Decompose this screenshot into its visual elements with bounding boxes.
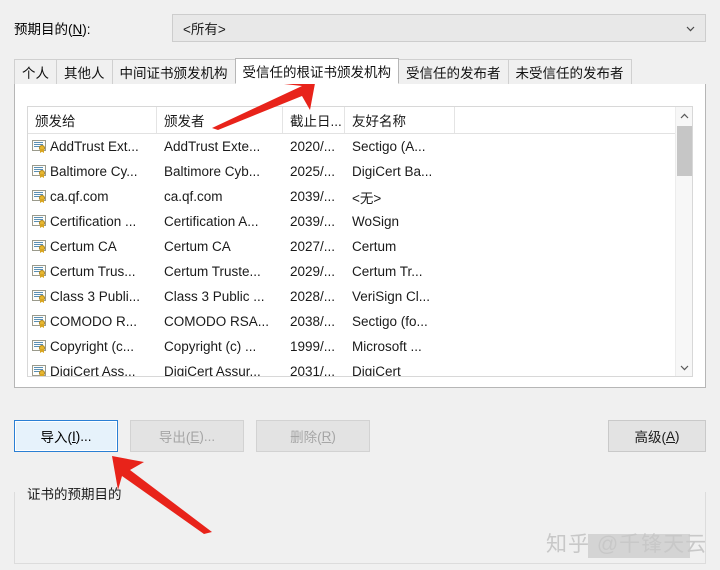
cell-issued-by: Baltimore Cyb... (164, 164, 261, 179)
tab-trusted-publishers[interactable]: 受信任的发布者 (398, 59, 509, 84)
certificate-icon (32, 215, 47, 228)
cell-expiry: 2031/... (290, 364, 336, 376)
cell-issued-by: Copyright (c) ... (164, 339, 257, 354)
certificate-icon (32, 165, 47, 178)
certificate-icon (32, 315, 47, 328)
intended-purpose-selected-value: <所有> (183, 22, 226, 37)
table-row[interactable]: Certification ... Certification A... 203… (28, 209, 692, 234)
import-button[interactable]: 导入(I)... (14, 420, 118, 452)
certificate-icon (32, 190, 47, 203)
certificate-list-panel: 颁发给 颁发者 截止日... 友好名称 AddTrust Ext... AddT… (14, 84, 706, 388)
certificate-icon (32, 140, 47, 153)
cell-expiry: 2020/... (290, 139, 336, 154)
tab-intermediate-ca[interactable]: 中间证书颁发机构 (111, 59, 236, 84)
cell-issued-by: ca.qf.com (164, 189, 223, 204)
cell-issued-by: COMODO RSA... (164, 314, 270, 329)
column-header-issued-to[interactable]: 颁发给 (28, 107, 157, 133)
certificate-purpose-title: 证书的预期目的 (22, 483, 127, 503)
cell-friendly-name: Sectigo (A... (352, 139, 426, 154)
cell-issued-to: DigiCert Ass... (28, 359, 157, 376)
cell-friendly-name: DigiCert Ba... (352, 164, 433, 179)
listview-header-row: 颁发给 颁发者 截止日... 友好名称 (28, 107, 692, 134)
column-header-friendly-name[interactable]: 友好名称 (345, 107, 455, 133)
cell-issued-by: Certum CA (164, 239, 231, 254)
remove-button[interactable]: 删除(R) (256, 420, 370, 452)
cell-expiry: 2039/... (290, 214, 336, 229)
cell-issued-by: Certum Truste... (164, 264, 261, 279)
cell-issued-to: ca.qf.com (28, 184, 157, 209)
certificate-icon (32, 365, 47, 376)
cell-issued-to: Certum Trus... (28, 259, 157, 284)
intended-purpose-row: 预期目的(N): <所有> (0, 14, 720, 42)
tab-trusted-root-ca[interactable]: 受信任的根证书颁发机构 (234, 58, 399, 84)
intended-purpose-label: 预期目的(N): (14, 22, 91, 37)
cell-friendly-name: VeriSign Cl... (352, 289, 431, 304)
table-row[interactable]: Copyright (c... Copyright (c) ... 1999/.… (28, 334, 692, 359)
cell-expiry: 2039/... (290, 189, 336, 204)
cell-issued-by: Class 3 Public ... (164, 289, 265, 304)
chevron-down-icon[interactable] (676, 358, 692, 376)
table-row[interactable]: Baltimore Cy... Baltimore Cyb... 2025/..… (28, 159, 692, 184)
tab-untrusted-publishers[interactable]: 未受信任的发布者 (507, 59, 632, 84)
certificate-icon (32, 290, 47, 303)
listview-rows: AddTrust Ext... AddTrust Exte... 2020/..… (28, 134, 692, 376)
certificate-listview[interactable]: 颁发给 颁发者 截止日... 友好名称 AddTrust Ext... AddT… (27, 106, 693, 377)
table-row[interactable]: ca.qf.com ca.qf.com 2039/... <无> (28, 184, 692, 209)
table-row[interactable]: COMODO R... COMODO RSA... 2038/... Secti… (28, 309, 692, 334)
column-header-issued-by[interactable]: 颁发者 (157, 107, 283, 133)
column-header-expiry-date[interactable]: 截止日... (283, 107, 345, 133)
watermark-text: 知乎 @千锋天云 (546, 533, 708, 556)
vertical-scrollbar[interactable] (675, 107, 692, 376)
action-button-row: 导入(I)... 导出(E)... 删除(R) 高级(A) (0, 420, 720, 452)
certificate-icon (32, 340, 47, 353)
cell-issued-to: Class 3 Publi... (28, 284, 157, 309)
cell-issued-to: Copyright (c... (28, 334, 157, 359)
table-row[interactable]: Certum CA Certum CA 2027/... Certum (28, 234, 692, 259)
intended-purpose-select[interactable]: <所有> (172, 14, 706, 42)
cell-friendly-name: Sectigo (fo... (352, 314, 428, 329)
certificate-icon (32, 265, 47, 278)
cell-issued-to: AddTrust Ext... (28, 134, 157, 159)
cell-expiry: 2028/... (290, 289, 336, 304)
cell-friendly-name: WoSign (352, 214, 400, 229)
cell-issued-to: Certification ... (28, 209, 157, 234)
cell-friendly-name: Microsoft ... (352, 339, 422, 354)
table-row[interactable]: DigiCert Ass... DigiCert Assur... 2031/.… (28, 359, 692, 376)
table-row[interactable]: Certum Trus... Certum Truste... 2029/...… (28, 259, 692, 284)
cell-expiry: 2038/... (290, 314, 336, 329)
cell-issued-by: AddTrust Exte... (164, 139, 261, 154)
tab-other-people[interactable]: 其他人 (56, 59, 113, 84)
scrollbar-thumb[interactable] (677, 126, 692, 176)
cell-friendly-name: DigiCert (352, 364, 401, 376)
cell-issued-by: DigiCert Assur... (164, 364, 261, 376)
advanced-button[interactable]: 高级(A) (608, 420, 706, 452)
cell-issued-by: Certification A... (164, 214, 259, 229)
cell-issued-to: COMODO R... (28, 309, 157, 334)
cell-expiry: 2025/... (290, 164, 336, 179)
cell-expiry: 1999/... (290, 339, 336, 354)
export-button[interactable]: 导出(E)... (130, 420, 244, 452)
cell-issued-to: Baltimore Cy... (28, 159, 157, 184)
tab-personal[interactable]: 个人 (14, 59, 57, 84)
column-header-filler[interactable] (455, 107, 692, 133)
certificate-store-tabs: 个人 其他人 中间证书颁发机构 受信任的根证书颁发机构 受信任的发布者 未受信任… (14, 58, 706, 84)
table-row[interactable]: AddTrust Ext... AddTrust Exte... 2020/..… (28, 134, 692, 159)
certificate-icon (32, 240, 47, 253)
cell-friendly-name: Certum Tr... (352, 264, 423, 279)
cell-friendly-name: Certum (352, 239, 397, 254)
cell-expiry: 2027/... (290, 239, 336, 254)
chevron-down-icon[interactable] (675, 22, 705, 35)
chevron-up-icon[interactable] (676, 107, 692, 125)
table-row[interactable]: Class 3 Publi... Class 3 Public ... 2028… (28, 284, 692, 309)
cell-issued-to: Certum CA (28, 234, 157, 259)
cell-friendly-name: <无> (352, 190, 382, 206)
cell-expiry: 2029/... (290, 264, 336, 279)
